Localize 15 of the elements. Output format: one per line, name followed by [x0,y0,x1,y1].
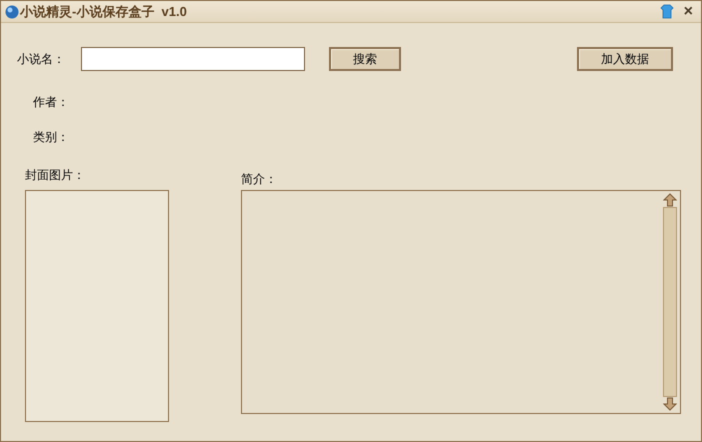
novel-name-label: 小说名： [17,51,66,68]
close-button[interactable]: × [684,4,693,20]
window-title: 小说精灵-小说保存盒子 v1.0 [20,2,187,21]
summary-label: 简介： [241,171,277,188]
author-label: 作者： [33,94,69,111]
up-arrow-icon[interactable] [663,193,677,207]
cover-image-label: 封面图片： [25,167,85,184]
add-data-button[interactable]: 加入数据 [577,47,673,71]
novel-name-field[interactable] [81,47,305,71]
down-arrow-icon[interactable] [663,397,677,411]
search-button[interactable]: 搜索 [329,47,401,71]
category-label: 类别： [33,129,69,146]
scrollbar[interactable] [662,193,678,411]
shirt-icon[interactable] [660,4,674,19]
globe-icon [5,4,19,18]
